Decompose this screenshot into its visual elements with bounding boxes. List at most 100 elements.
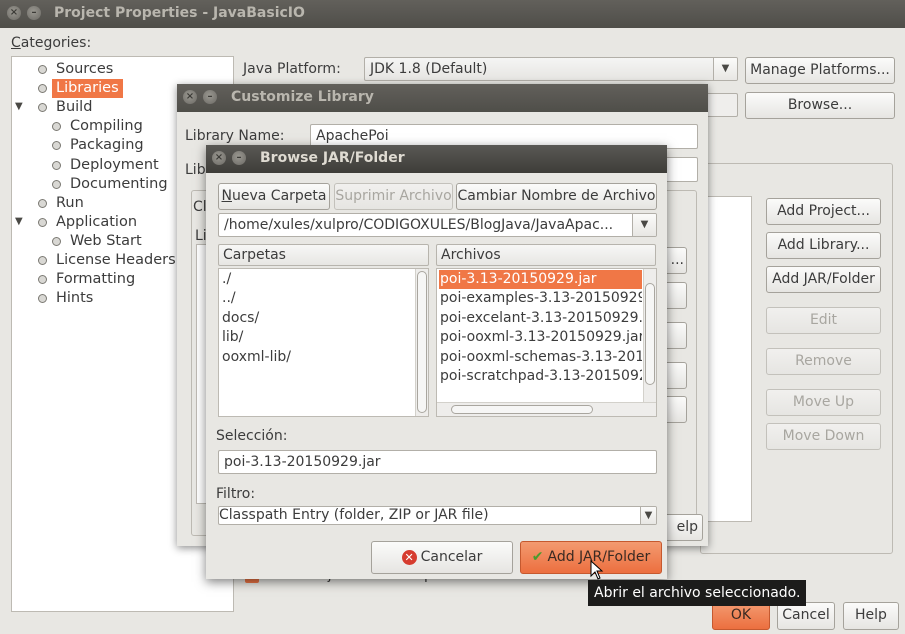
file-item[interactable]: poi-3.13-20150929.jar [439,270,642,289]
folder-item[interactable]: ooxml-lib/ [221,348,414,367]
files-header[interactable]: Archivos [436,244,656,266]
tree-item-documenting[interactable]: Documenting [70,175,168,194]
folder-item[interactable]: docs/ [221,309,414,328]
tree-node-icon [52,122,61,132]
minimize-icon[interactable]: – [27,6,41,20]
ok-button[interactable]: OK [712,602,770,630]
folder-item[interactable]: ../ [221,289,414,308]
tree-item-packaging[interactable]: Packaging [70,136,144,155]
close-icon[interactable]: × [7,6,21,20]
tree-item-compiling[interactable]: Compiling [70,117,143,136]
categories-label-text: ategories: [20,35,92,51]
remove-button[interactable]: Remove [766,348,881,375]
file-item[interactable]: poi-scratchpad-3.13-20150929.jar [439,367,642,386]
tree-item-deployment[interactable]: Deployment [70,156,159,175]
cancel-icon: ✕ [401,549,417,565]
browse-titlebar: × – Browse JAR/Folder [206,145,667,173]
edit-button[interactable]: Edit [766,307,881,334]
classpath-tab-partial: Cl [193,199,207,215]
filter-combo[interactable]: Classpath Entry (folder, ZIP or JAR file… [218,506,657,525]
project-properties-titlebar: × – Project Properties - JavaBasicIO [0,0,905,28]
tree-item-label: Run [56,194,84,211]
chevron-down-icon[interactable]: ▼ [632,214,656,236]
cancel-button[interactable]: Cancel [777,602,835,630]
selection-label: Selección: [216,428,288,444]
tree-item-hints[interactable]: Hints [56,289,93,308]
tree-node-icon [38,84,47,94]
cancelar-label: Cancelar [420,549,483,565]
library-name-label: Library Name: [185,128,285,144]
tree-item-label: Web Start [70,232,142,249]
selection-input[interactable]: poi-3.13-20150929.jar [218,450,657,474]
path-combo[interactable]: /home/xules/xulpro/CODIGOXULES/BlogJava/… [218,213,657,237]
tree-item-label: Build [56,99,93,116]
chevron-down-icon[interactable]: ▼ [713,58,737,80]
folders-list[interactable]: ./../docs/lib/ooxml-lib/ [218,268,429,417]
chevron-down-icon[interactable]: ▼ [640,507,656,524]
tree-node-icon [38,294,47,304]
tree-item-formatting[interactable]: Formatting [56,270,135,289]
file-item[interactable]: poi-examples-3.13-20150929.jar [439,289,642,308]
files-vscroll-thumb[interactable] [645,283,655,385]
add-jar-folder-button[interactable]: Add JAR/Folder [766,266,881,293]
files-hscrollbar[interactable] [437,402,656,416]
minimize-icon[interactable]: – [203,90,217,104]
tree-item-label: Formatting [56,271,136,288]
java-platform-label: Java Platform: [243,61,341,77]
folders-scrollbar[interactable] [415,269,428,416]
tooltip: Abrir el archivo seleccionado. [588,580,807,606]
libraries-folder-field[interactable] [706,93,738,117]
move-down-button[interactable]: Move Down [766,423,881,450]
file-item[interactable]: poi-ooxml-schemas-3.13-20150929.jar [439,348,642,367]
tree-node-icon [52,236,61,246]
files-vscrollbar[interactable] [643,269,656,402]
filter-label: Filtro: [216,486,256,502]
folder-item[interactable]: ./ [221,270,414,289]
tree-item-label: Packaging [70,137,144,154]
tree-item-web-start[interactable]: Web Start [70,232,142,251]
tree-item-run[interactable]: Run [56,194,84,213]
manage-platforms-button[interactable]: Manage Platforms... [745,57,895,84]
java-platform-combo[interactable]: JDK 1.8 (Default) ▼ [364,57,738,81]
files-hscroll-thumb[interactable] [451,405,593,414]
browse-title: Browse JAR/Folder [260,150,405,166]
tree-item-libraries[interactable]: Libraries [52,79,123,99]
tree-node-icon [38,217,47,227]
move-up-button[interactable]: Move Up [766,389,881,416]
rename-file-button[interactable]: Cambiar Nombre de Archivo [456,183,657,210]
tree-node-icon [52,179,61,189]
tree-item-label: Documenting [70,175,168,192]
folder-item[interactable]: lib/ [221,328,414,347]
folders-header[interactable]: Carpetas [218,244,429,266]
close-icon[interactable]: × [183,90,197,104]
file-item[interactable]: poi-ooxml-3.13-20150929.jar [439,328,642,347]
tree-item-label: Application [56,213,138,230]
browse-button[interactable]: Browse... [745,92,895,119]
library-label-partial: Lib [185,162,206,178]
file-item[interactable]: poi-excelant-3.13-20150929.jar [439,309,642,328]
library-tab-partial: Li [195,228,207,244]
expand-arrow-icon[interactable]: ▼ [15,216,23,227]
delete-file-button[interactable]: Suprimir Archivo [334,183,453,210]
close-icon[interactable]: × [212,151,226,165]
tree-item-sources[interactable]: Sources [56,60,113,79]
expand-arrow-icon[interactable]: ▼ [15,101,23,112]
cancelar-button[interactable]: ✕ Cancelar [371,541,513,574]
tree-item-label: Compiling [70,118,143,135]
tree-node-icon [38,103,47,113]
java-platform-value: JDK 1.8 (Default) [370,61,488,77]
tree-item-application[interactable]: Application [56,213,137,232]
tree-node-icon [38,256,47,265]
minimize-icon[interactable]: – [232,151,246,165]
tree-item-label: Deployment [70,156,159,173]
help-button[interactable]: Help [843,602,899,630]
add-project-button[interactable]: Add Project... [766,198,881,225]
folders-scroll-thumb[interactable] [417,271,427,413]
tree-item-label: Libraries [56,80,119,97]
tree-item-license-headers[interactable]: License Headers [56,251,176,270]
files-list[interactable]: poi-3.13-20150929.jar poi-examples-3.13-2… [436,268,657,417]
new-folder-button[interactable]: Nueva Carpeta [218,183,330,210]
tree-item-build[interactable]: Build [56,98,92,117]
add-library-button[interactable]: Add Library... [766,232,881,259]
browse-jar-dialog: × – Browse JAR/Folder Nueva Carpeta Supr… [206,145,667,579]
